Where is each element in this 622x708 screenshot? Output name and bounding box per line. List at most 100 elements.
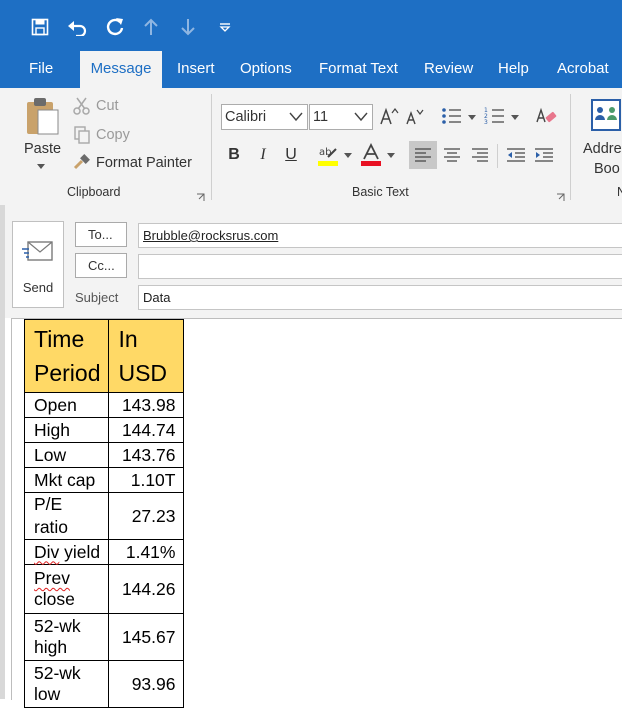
undo-icon[interactable] xyxy=(66,16,88,38)
chevron-down-icon[interactable] xyxy=(343,151,353,159)
down-arrow-icon[interactable] xyxy=(177,16,199,38)
table-row: 52-wk high 145.67 xyxy=(23,613,185,661)
chevron-down-icon[interactable] xyxy=(510,113,520,121)
clipboard-group-label: Clipboard xyxy=(67,185,121,199)
header-line: In xyxy=(118,326,138,352)
row-value: 1.41% xyxy=(108,539,185,565)
row-label: P/E ratio xyxy=(23,492,110,540)
clear-formatting-icon[interactable] xyxy=(536,105,558,127)
send-label: Send xyxy=(22,280,54,295)
chevron-down-icon[interactable] xyxy=(353,105,369,137)
tab-format-text[interactable]: Format Text xyxy=(319,51,398,88)
cc-field[interactable] xyxy=(138,254,622,279)
paste-button[interactable]: Paste xyxy=(24,141,61,157)
table-row: High 144.74 xyxy=(23,417,185,443)
tab-options[interactable]: Options xyxy=(240,51,292,88)
address-book-button[interactable]: Addre xyxy=(583,141,622,157)
save-icon[interactable] xyxy=(29,16,51,38)
chevron-down-icon[interactable] xyxy=(386,151,396,159)
copy-button: Copy xyxy=(96,127,130,143)
font-color-icon[interactable] xyxy=(359,142,383,168)
font-size-combo[interactable]: 11 xyxy=(309,104,373,130)
highlight-color-icon[interactable]: ab xyxy=(316,142,340,168)
row-value: 144.74 xyxy=(108,417,185,443)
subject-label: Subject xyxy=(75,290,119,305)
row-label: 52-wk high xyxy=(23,613,110,661)
customize-qat-icon[interactable] xyxy=(214,16,236,38)
data-table: Time Period In USD Open 143.98 High 144.74 Low… xyxy=(23,319,185,708)
table-row: Prev close 144.26 xyxy=(23,564,185,614)
window-edge xyxy=(0,205,5,699)
tab-review[interactable]: Review xyxy=(424,51,473,88)
dialog-launcher-icon[interactable] xyxy=(196,189,205,201)
send-button[interactable]: Send xyxy=(12,221,64,308)
decrease-indent-icon[interactable] xyxy=(505,144,527,166)
dialog-launcher-icon[interactable] xyxy=(556,189,565,201)
row-label-line: Mkt cap xyxy=(34,469,96,490)
row-value: 145.67 xyxy=(108,613,185,661)
tab-acrobat[interactable]: Acrobat xyxy=(557,51,609,88)
shrink-font-icon[interactable] xyxy=(405,105,425,127)
separator xyxy=(497,144,498,168)
font-name-value: Calibri xyxy=(225,109,267,125)
to-field[interactable]: Brubble@rocksrus.com xyxy=(138,223,622,248)
redo-icon[interactable] xyxy=(104,16,126,38)
table-header-cell: Time Period xyxy=(23,319,110,393)
bold-button[interactable]: B xyxy=(224,144,244,166)
paste-icon[interactable] xyxy=(24,96,62,136)
row-label: 52-wk low xyxy=(23,660,110,708)
align-center-icon[interactable] xyxy=(441,144,463,166)
copy-icon xyxy=(72,126,92,144)
group-separator xyxy=(570,94,571,200)
address-book-button-line2[interactable]: Boo xyxy=(594,161,620,177)
recipient-email[interactable]: Brubble@rocksrus.com xyxy=(143,228,278,243)
cut-icon xyxy=(72,97,92,115)
tab-file[interactable]: File xyxy=(29,51,53,88)
grow-font-icon[interactable] xyxy=(379,105,399,127)
row-value: 143.76 xyxy=(108,442,185,468)
to-button[interactable]: To... xyxy=(75,222,127,247)
table-header-row: Time Period In USD xyxy=(23,319,185,393)
tab-help[interactable]: Help xyxy=(498,51,529,88)
header-line: Time xyxy=(34,326,85,352)
cc-button[interactable]: Cc... xyxy=(75,253,127,278)
underline-button[interactable]: U xyxy=(281,144,301,166)
format-painter-icon[interactable] xyxy=(72,154,92,172)
align-left-icon[interactable] xyxy=(409,141,437,169)
chevron-down-icon[interactable] xyxy=(36,162,46,170)
row-value: 27.23 xyxy=(108,492,185,540)
numbering-icon[interactable]: 123 xyxy=(484,105,506,127)
svg-text:3: 3 xyxy=(484,119,488,126)
font-name-combo[interactable]: Calibri xyxy=(221,104,308,130)
row-label: High xyxy=(23,417,110,443)
row-value: 143.98 xyxy=(108,392,185,418)
increase-indent-icon[interactable] xyxy=(533,144,555,166)
table-row: Open 143.98 xyxy=(23,392,185,418)
table-row: Mkt cap 1.10T xyxy=(23,467,185,493)
italic-button[interactable]: I xyxy=(253,144,273,166)
subject-field[interactable]: Data xyxy=(138,285,622,310)
row-label-line: High xyxy=(34,419,70,440)
table-row: Div yield 1.41% xyxy=(23,539,185,565)
format-painter-button[interactable]: Format Painter xyxy=(96,155,192,171)
table-row: 52-wk low 93.96 xyxy=(23,660,185,708)
row-label: Prev close xyxy=(23,564,110,614)
names-group-label: N xyxy=(617,185,622,199)
row-value: 93.96 xyxy=(108,660,185,708)
align-right-icon[interactable] xyxy=(469,144,491,166)
row-label: Div yield xyxy=(23,539,110,565)
address-book-icon[interactable] xyxy=(590,98,622,132)
chevron-down-icon[interactable] xyxy=(288,105,304,137)
tab-insert[interactable]: Insert xyxy=(177,51,215,88)
table-row: Low 143.76 xyxy=(23,442,185,468)
tab-message[interactable]: Message xyxy=(80,51,162,88)
chevron-down-icon[interactable] xyxy=(467,113,477,121)
row-label: Low xyxy=(23,442,110,468)
ribbon-tabs: File Message Insert Options Format Text … xyxy=(0,51,622,88)
font-size-value: 11 xyxy=(313,109,329,125)
table-header-cell: In USD xyxy=(108,319,185,393)
row-label-line: 52-wk xyxy=(34,663,81,683)
up-arrow-icon[interactable] xyxy=(140,16,162,38)
send-icon xyxy=(22,239,54,270)
bullets-icon[interactable] xyxy=(441,105,463,127)
